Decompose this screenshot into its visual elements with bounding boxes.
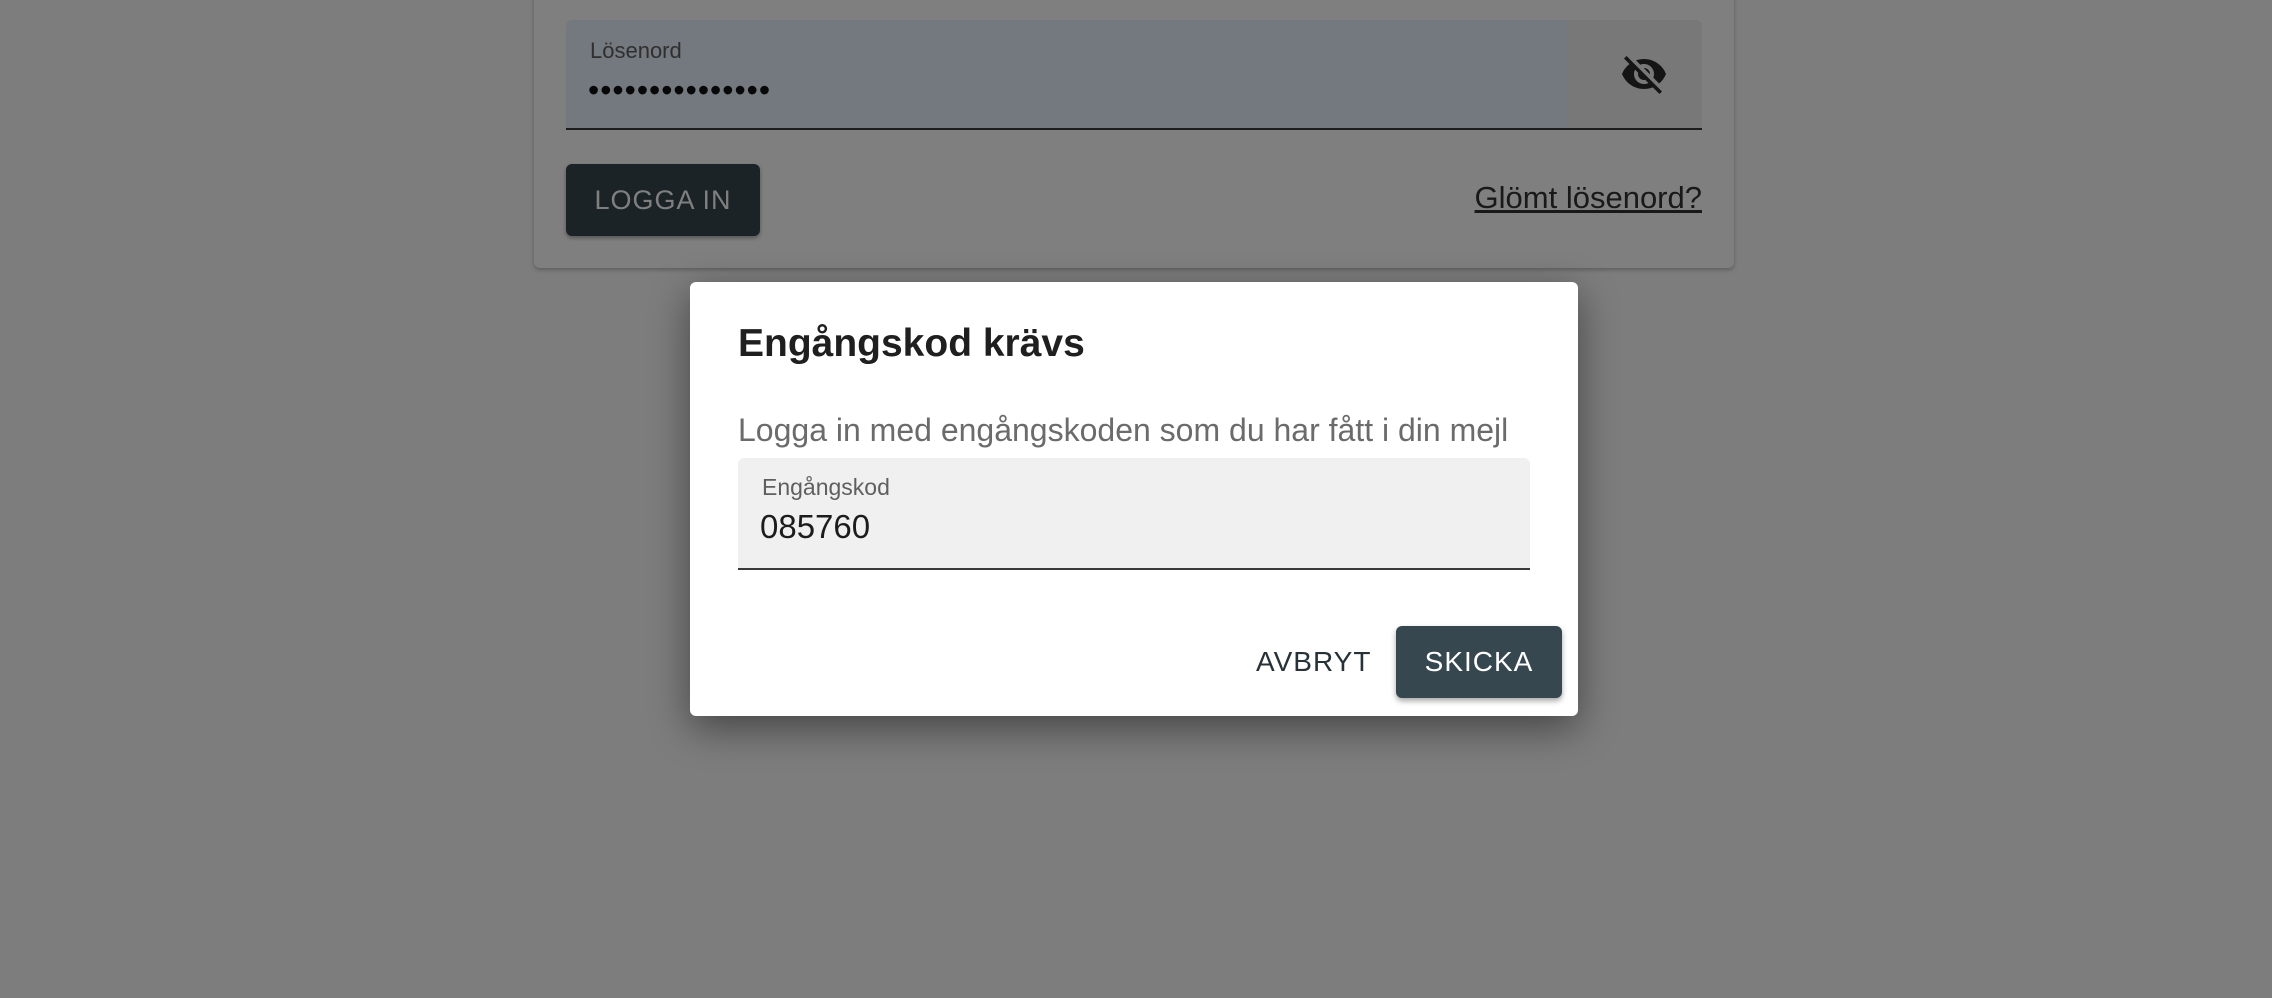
one-time-code-dialog: Engångskod krävs Logga in med engångskod… (690, 282, 1578, 716)
one-time-code-field[interactable]: Engångskod (738, 458, 1530, 570)
one-time-code-label: Engångskod (762, 474, 890, 500)
one-time-code-input[interactable] (760, 508, 1500, 546)
dialog-title: Engångskod krävs (738, 322, 1085, 365)
dialog-description: Logga in med engångskoden som du har fåt… (738, 412, 1509, 448)
submit-button[interactable]: SKICKA (1396, 626, 1562, 698)
cancel-button[interactable]: AVBRYT (1242, 626, 1385, 698)
